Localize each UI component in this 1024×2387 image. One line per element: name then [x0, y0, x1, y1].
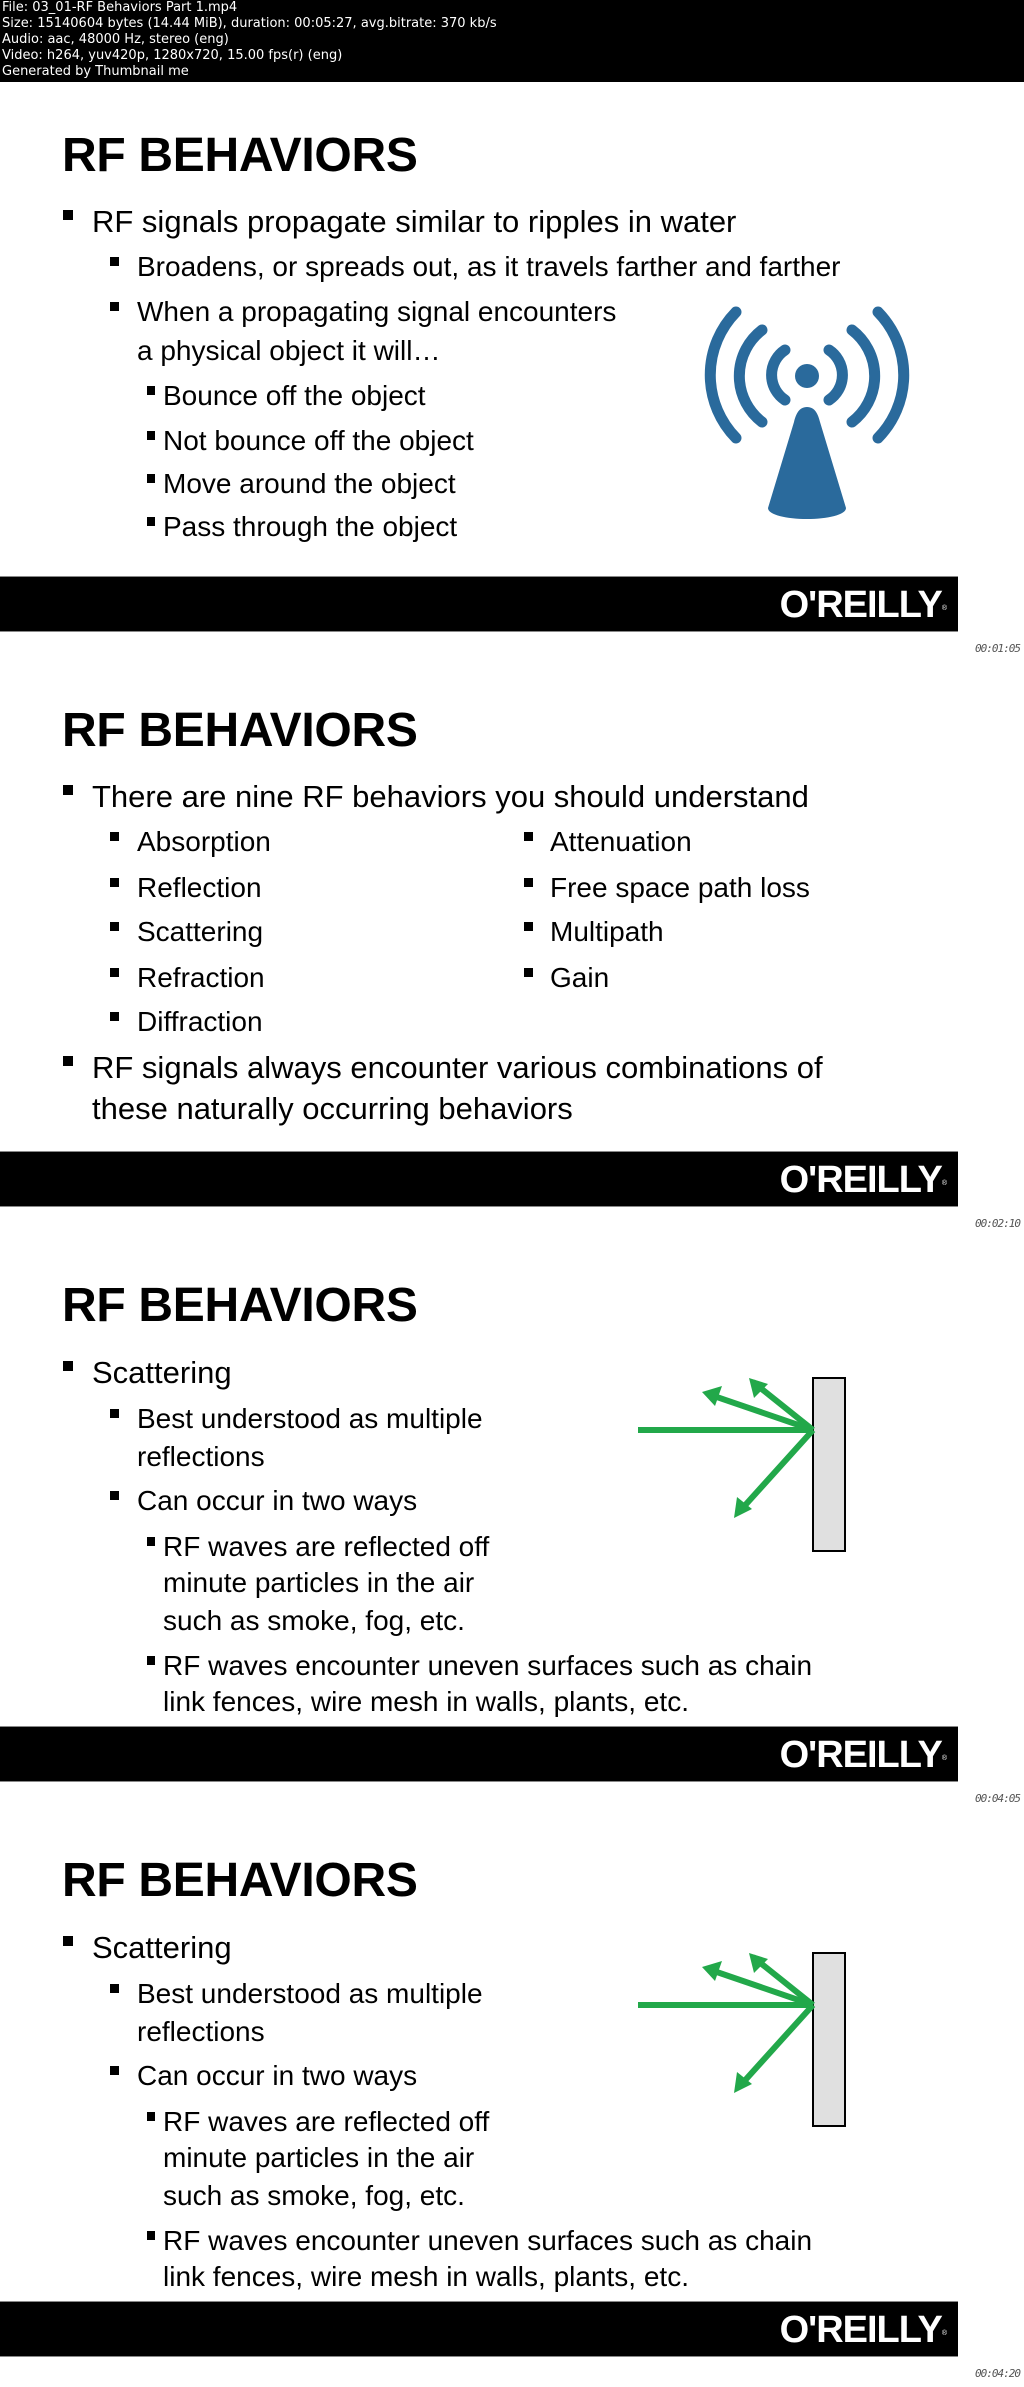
- info-file: File: 03_01-RF Behaviors Part 1.mp4: [2, 0, 238, 15]
- bullet-text-continued: these naturally occurring behaviors: [92, 1091, 573, 1126]
- antenna-tower: [768, 407, 846, 519]
- bullet-icon: [110, 832, 119, 841]
- behavior-item: Reflection: [137, 872, 262, 903]
- signal-arc-outer-right: [872, 306, 910, 444]
- slide-4: RF BEHAVIORS Scattering Best understood …: [0, 1807, 958, 2357]
- reflected-arrow-1: [707, 1391, 814, 1433]
- footer-bar: O'REILLY®: [0, 1726, 958, 1782]
- footer-bar: O'REILLY®: [0, 2301, 958, 2357]
- timestamp: 00:01:05: [975, 642, 1021, 655]
- behavior-item: Multipath: [550, 916, 664, 947]
- bullet-text: There are nine RF behaviors you should u…: [92, 779, 809, 814]
- bullet-icon: [524, 968, 533, 977]
- signal-arc-outer-left: [704, 306, 742, 444]
- signal-source-dot: [795, 364, 819, 388]
- behavior-item: Scattering: [137, 916, 264, 947]
- slide-3: RF BEHAVIORS Scattering Best understood …: [0, 1232, 958, 1782]
- oreilly-logo: O'REILLY®: [779, 2309, 947, 2351]
- behavior-item: Gain: [550, 962, 610, 993]
- signal-arc-middle-left: [733, 324, 768, 428]
- thumbnail-frame-1[interactable]: RF BEHAVIORS RF signals propagate simila…: [0, 82, 1024, 657]
- timestamp: 00:02:10: [975, 1217, 1021, 1230]
- thumbnail-frame-2[interactable]: RF BEHAVIORS There are nine RF behaviors…: [0, 657, 1024, 1232]
- oreilly-logo: O'REILLY®: [779, 584, 947, 626]
- bullet-icon: [63, 785, 73, 795]
- wall-object: [812, 1952, 846, 2127]
- wall-object: [812, 1377, 846, 1552]
- behavior-item: Free space path loss: [550, 872, 810, 903]
- reflected-arrow-3: [736, 1427, 816, 1515]
- bullet-icon: [63, 1056, 73, 1066]
- bullet-icon: [524, 922, 533, 931]
- slide-title: RF BEHAVIORS: [62, 704, 418, 757]
- bullet-icon: [110, 922, 119, 931]
- behavior-item: Attenuation: [550, 826, 692, 857]
- info-generator: Generated by Thumbnail me: [2, 64, 189, 79]
- signal-arc-inner-left: [766, 344, 791, 406]
- slide-1: RF BEHAVIORS RF signals propagate simila…: [0, 82, 958, 632]
- reflected-arrow-1: [707, 1966, 814, 2008]
- thumbnail-frame-3[interactable]: RF BEHAVIORS Scattering Best understood …: [0, 1232, 1024, 1807]
- footer-bar: O'REILLY®: [0, 576, 958, 632]
- info-audio: Audio: aac, 48000 Hz, stereo (eng): [2, 32, 229, 47]
- bullet-icon: [110, 1012, 119, 1021]
- signal-arc-inner-right: [823, 344, 848, 406]
- bullet-icon: [524, 832, 533, 841]
- bullet-icon: [110, 968, 119, 977]
- behavior-item: Absorption: [137, 826, 271, 857]
- behavior-item: Refraction: [137, 962, 265, 993]
- info-size: Size: 15140604 bytes (14.44 MiB), durati…: [2, 16, 497, 31]
- oreilly-logo: O'REILLY®: [779, 1734, 947, 1776]
- footer-bar: O'REILLY®: [0, 1151, 958, 1207]
- bullet-icon: [110, 878, 119, 887]
- slide-2: RF BEHAVIORS There are nine RF behaviors…: [0, 657, 958, 1207]
- timestamp: 00:04:05: [975, 1792, 1021, 1805]
- wireless-tower-icon: [704, 306, 910, 519]
- thumbnail-frame-4[interactable]: RF BEHAVIORS Scattering Best understood …: [0, 1807, 1024, 2382]
- info-video: Video: h264, yuv420p, 1280x720, 15.00 fp…: [2, 48, 343, 63]
- video-info-header: File: 03_01-RF Behaviors Part 1.mp4 Size…: [0, 0, 1024, 82]
- signal-arc-middle-right: [846, 324, 881, 428]
- scattering-diagram: [638, 1377, 846, 1552]
- bullet-text: RF signals always encounter various comb…: [92, 1050, 823, 1085]
- scattering-diagram: [638, 1952, 846, 2127]
- behavior-item: Diffraction: [137, 1006, 263, 1037]
- oreilly-logo: O'REILLY®: [779, 1159, 947, 1201]
- reflected-arrow-3: [736, 2002, 816, 2090]
- timestamp: 00:04:20: [975, 2367, 1021, 2380]
- bullet-icon: [524, 878, 533, 887]
